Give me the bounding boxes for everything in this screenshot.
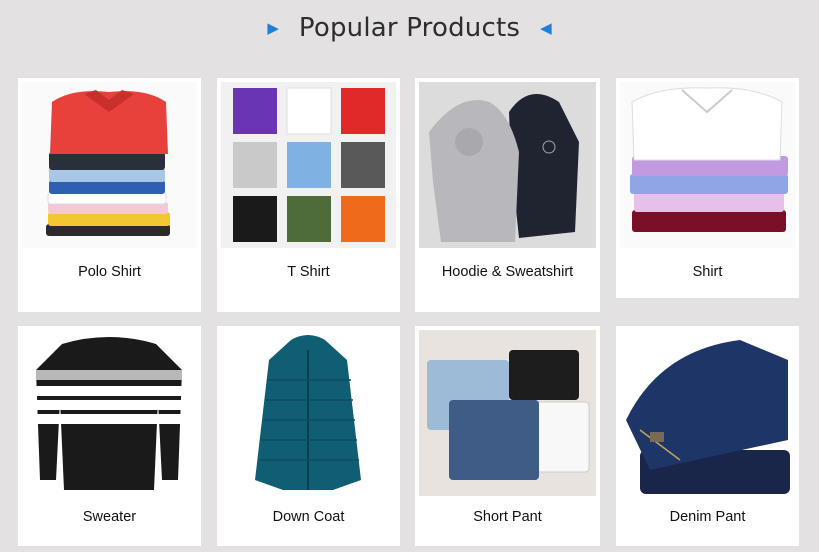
product-image-down-coat[interactable] bbox=[221, 330, 396, 496]
section-heading: ▶ Popular Products ◀ bbox=[0, 8, 819, 48]
product-card-denim-pant[interactable]: Denim Pant bbox=[616, 326, 799, 546]
product-label[interactable]: Sweater bbox=[18, 509, 201, 525]
section-title: Popular Products bbox=[298, 13, 521, 43]
product-card-polo-shirt[interactable]: Polo Shirt bbox=[18, 78, 201, 312]
product-label[interactable]: Polo Shirt bbox=[18, 264, 201, 280]
product-label[interactable]: Shirt bbox=[616, 264, 799, 280]
product-label[interactable]: Hoodie & Sweatshirt bbox=[415, 264, 600, 280]
product-image-short-pant[interactable] bbox=[419, 330, 596, 496]
product-image-shirt[interactable] bbox=[620, 82, 795, 248]
product-image-denim-pant[interactable] bbox=[620, 330, 795, 496]
product-label[interactable]: Short Pant bbox=[415, 509, 600, 525]
triangle-right-icon: ▶ bbox=[267, 19, 279, 37]
product-card-sweater[interactable]: Sweater bbox=[18, 326, 201, 546]
product-card-hoodie-sweatshirt[interactable]: Hoodie & Sweatshirt bbox=[415, 78, 600, 312]
product-label[interactable]: Denim Pant bbox=[616, 509, 799, 525]
product-image-t-shirt[interactable] bbox=[221, 82, 396, 248]
product-image-polo-shirt[interactable] bbox=[22, 82, 197, 248]
product-image-hoodie-sweatshirt[interactable] bbox=[419, 82, 596, 248]
product-card-shirt[interactable]: Shirt bbox=[616, 78, 799, 298]
product-card-t-shirt[interactable]: T Shirt bbox=[217, 78, 400, 312]
product-card-down-coat[interactable]: Down Coat bbox=[217, 326, 400, 546]
product-label[interactable]: T Shirt bbox=[217, 264, 400, 280]
product-card-short-pant[interactable]: Short Pant bbox=[415, 326, 600, 546]
triangle-left-icon: ◀ bbox=[540, 19, 552, 37]
product-label[interactable]: Down Coat bbox=[217, 509, 400, 525]
product-image-sweater[interactable] bbox=[22, 330, 197, 496]
